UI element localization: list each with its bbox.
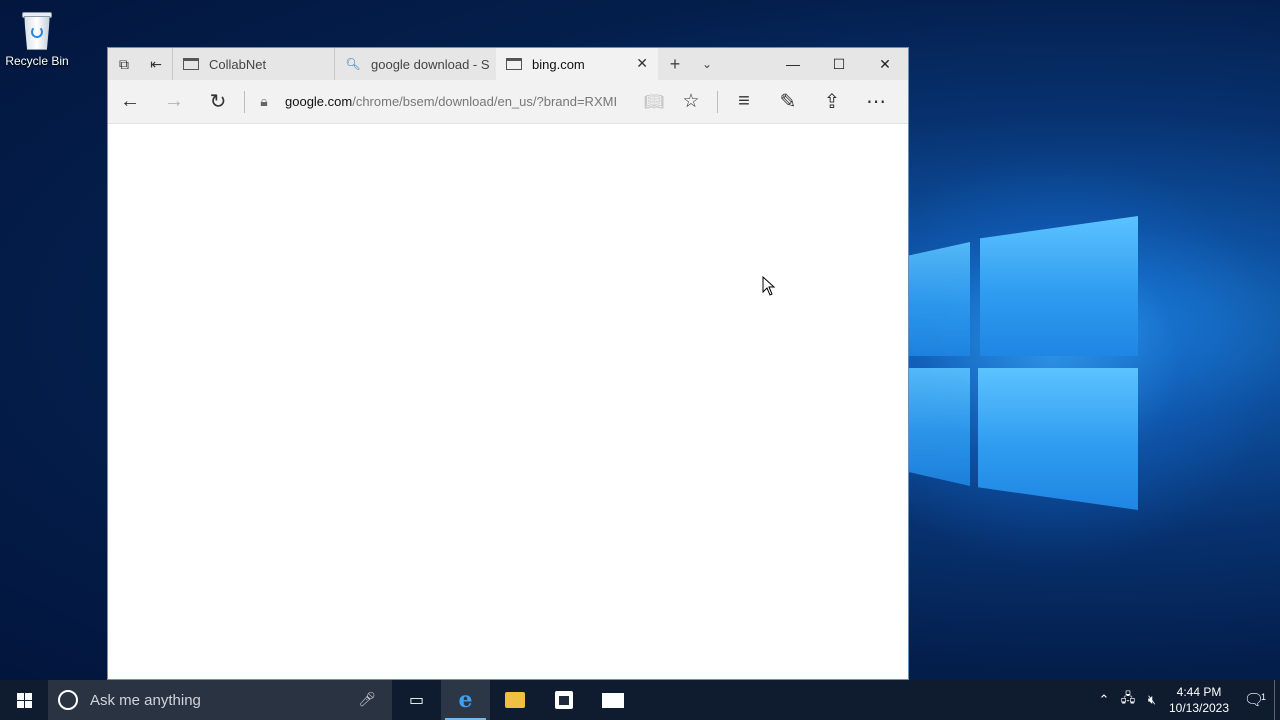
cortana-search-box[interactable]: Ask me anything 🎤︎ xyxy=(48,680,392,720)
set-aside-tabs-icon[interactable]: ⇤ xyxy=(140,48,172,80)
cortana-icon xyxy=(58,690,78,710)
taskbar: Ask me anything 🎤︎ ▭ e ⌃ 🖧︎ 🔇︎ 4:44 PM 1… xyxy=(0,680,1280,720)
network-icon[interactable]: 🖧︎ xyxy=(1116,689,1140,711)
address-bar[interactable]: 🔒︎ google.com/chrome/bsem/download/en_us… xyxy=(249,87,639,117)
clock[interactable]: 4:44 PM 10/13/2023 xyxy=(1164,684,1234,716)
page-icon xyxy=(183,58,199,70)
start-button[interactable] xyxy=(0,680,48,720)
notification-count: 1 xyxy=(1260,692,1266,702)
close-window-button[interactable]: ✕ xyxy=(862,48,908,80)
microphone-icon[interactable]: 🎤︎ xyxy=(358,691,376,708)
desktop-icon-recycle-bin[interactable]: Recycle Bin xyxy=(4,8,70,68)
clock-date: 10/13/2023 xyxy=(1168,701,1230,715)
toolbar-divider xyxy=(244,90,245,113)
page-icon xyxy=(506,58,522,70)
url-path: /chrome/bsem/download/en_us/?brand=RXMI xyxy=(352,94,618,109)
windows-logo-icon xyxy=(16,692,32,708)
forward-button[interactable]: → xyxy=(152,80,196,124)
tab-bar: ⧉ ⇤ CollabNet 🔍︎ google download - S bin… xyxy=(108,48,908,80)
taskbar-file-explorer[interactable] xyxy=(490,680,539,720)
web-note-icon[interactable]: ✎ xyxy=(766,80,810,124)
folder-icon xyxy=(504,692,525,708)
search-icon: 🔍︎ xyxy=(345,57,361,71)
action-center-button[interactable]: 🗨︎ 1 xyxy=(1234,690,1274,710)
minimize-button[interactable]: — xyxy=(770,48,816,80)
taskbar-mail[interactable] xyxy=(588,680,637,720)
wallpaper-logo-pane xyxy=(978,368,1138,510)
wallpaper-logo-pane xyxy=(980,216,1138,356)
navigation-bar: ← → ↻ 🔒︎ google.com/chrome/bsem/download… xyxy=(108,80,908,124)
browser-window: ⧉ ⇤ CollabNet 🔍︎ google download - S bin… xyxy=(107,47,909,680)
tab-label: CollabNet xyxy=(209,56,267,72)
url-host: google.com xyxy=(285,94,353,109)
store-icon xyxy=(554,691,573,709)
window-controls: — ☐ ✕ xyxy=(770,48,908,80)
url-text[interactable]: google.com/chrome/bsem/download/en_us/?b… xyxy=(279,94,619,109)
chevron-down-icon[interactable]: ⌄ xyxy=(692,48,722,80)
reading-view-icon[interactable]: 📖︎ xyxy=(639,80,669,124)
task-view-button[interactable]: ▭ xyxy=(392,680,441,720)
volume-muted-icon[interactable]: 🔇︎ xyxy=(1140,692,1164,708)
lock-icon: 🔒︎ xyxy=(260,93,268,109)
new-tab-button[interactable]: + xyxy=(658,48,692,80)
close-tab-icon[interactable]: ✕ xyxy=(636,55,648,72)
toolbar-divider xyxy=(717,90,718,113)
tab-google-download[interactable]: 🔍︎ google download - S xyxy=(334,48,496,80)
search-placeholder: Ask me anything xyxy=(90,691,201,709)
tab-label: google download - S xyxy=(371,56,490,72)
wallpaper-logo-pane xyxy=(908,368,970,486)
clock-time: 4:44 PM xyxy=(1176,685,1222,699)
taskbar-edge[interactable]: e xyxy=(441,680,490,720)
tab-label: bing.com xyxy=(532,56,585,72)
favorite-star-icon[interactable]: ☆ xyxy=(669,80,713,124)
system-tray: ⌃ 🖧︎ 🔇︎ 4:44 PM 10/13/2023 🗨︎ 1 xyxy=(1092,680,1280,720)
desktop-icon-label: Recycle Bin xyxy=(5,54,69,68)
wallpaper-logo-pane xyxy=(908,242,970,356)
taskbar-store[interactable] xyxy=(539,680,588,720)
recycle-bin-icon xyxy=(18,8,56,52)
refresh-button[interactable]: ↻ xyxy=(196,80,240,124)
tab-preview-icon[interactable]: ⧉ xyxy=(108,48,140,80)
tab-collabnet[interactable]: CollabNet xyxy=(172,48,334,80)
more-options-icon[interactable]: ⋯ xyxy=(854,80,898,124)
hub-icon[interactable]: ≡ xyxy=(722,80,766,124)
page-content[interactable] xyxy=(108,125,908,679)
edge-icon: e xyxy=(458,687,473,713)
show-desktop-button[interactable] xyxy=(1274,680,1280,720)
wallpaper-glow xyxy=(900,150,1280,570)
back-button[interactable]: ← xyxy=(108,80,152,124)
chevron-up-icon[interactable]: ⌃ xyxy=(1092,692,1116,708)
tab-bing[interactable]: bing.com ✕ xyxy=(496,48,658,80)
mail-icon xyxy=(601,692,624,708)
maximize-button[interactable]: ☐ xyxy=(816,48,862,80)
share-icon[interactable]: ⇪ xyxy=(810,80,854,124)
task-view-icon: ▭ xyxy=(408,692,425,709)
